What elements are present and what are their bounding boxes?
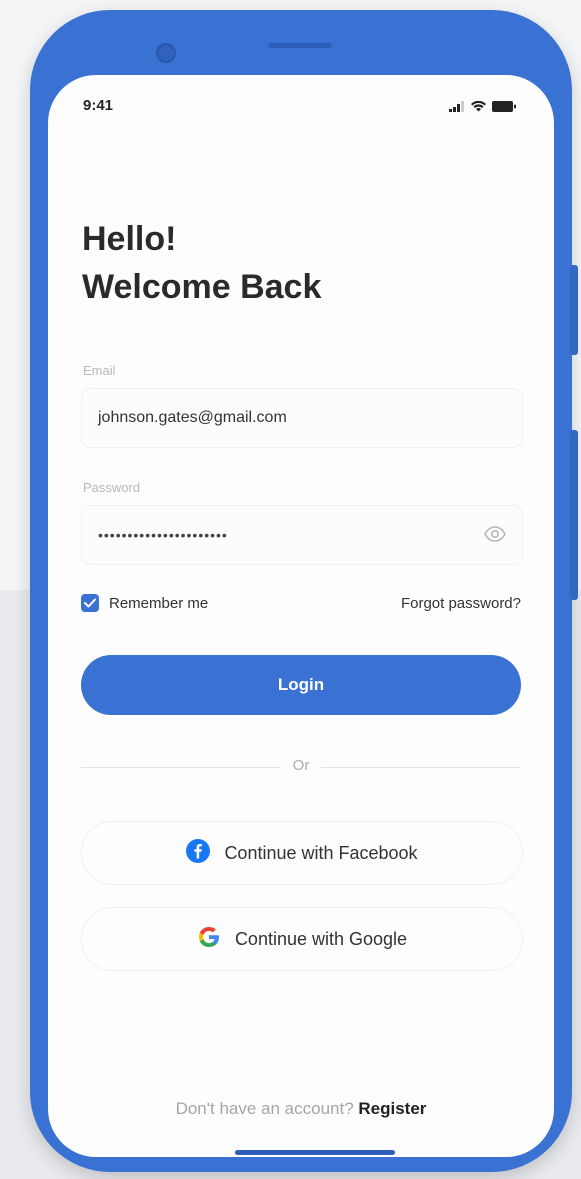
remember-me-row[interactable]: Remember me — [81, 594, 208, 612]
email-value: johnson.gates@gmail.com — [98, 409, 287, 426]
facebook-icon — [186, 838, 211, 868]
google-button[interactable]: Continue with Google — [81, 907, 523, 971]
page-title: Hello! Welcome Back — [82, 215, 321, 311]
password-field[interactable]: •••••••••••••••••••••• — [81, 505, 523, 565]
google-label: Continue with Google — [234, 928, 408, 949]
power-button — [570, 430, 578, 600]
volume-button — [570, 265, 578, 355]
title-line-1: Hello! — [82, 220, 177, 258]
login-button[interactable]: Login — [81, 655, 521, 715]
or-label: Or — [292, 757, 310, 774]
facebook-button[interactable]: Continue with Facebook — [81, 821, 523, 885]
register-row: Don't have an account? Register — [48, 1099, 554, 1119]
password-value: •••••••••••••••••••••• — [98, 527, 228, 543]
signal-icon — [449, 99, 465, 117]
battery-icon — [492, 99, 516, 117]
speaker — [268, 43, 332, 48]
title-line-2: Welcome Back — [82, 268, 322, 306]
screen: 9:41 Hello! Welcome Back Email johnson.g… — [48, 75, 554, 1157]
email-label: Email — [83, 363, 116, 378]
wifi-icon — [471, 99, 486, 117]
email-field[interactable]: johnson.gates@gmail.com — [81, 388, 523, 448]
status-icons — [449, 99, 516, 117]
check-icon — [84, 598, 96, 608]
google-icon — [197, 925, 221, 954]
forgot-password-link[interactable]: Forgot password? — [401, 595, 521, 612]
status-time: 9:41 — [83, 97, 114, 114]
remember-checkbox[interactable] — [81, 594, 99, 612]
camera — [156, 43, 176, 63]
facebook-label: Continue with Facebook — [224, 842, 418, 863]
register-link[interactable]: Register — [358, 1099, 426, 1118]
password-label: Password — [83, 480, 141, 495]
register-question: Don't have an account? — [175, 1099, 354, 1118]
or-divider: Or — [81, 757, 521, 777]
eye-icon[interactable] — [484, 526, 506, 547]
remember-label: Remember me — [109, 594, 209, 612]
home-indicator — [235, 1150, 395, 1155]
phone-frame: 9:41 Hello! Welcome Back Email johnson.g… — [30, 10, 578, 1172]
